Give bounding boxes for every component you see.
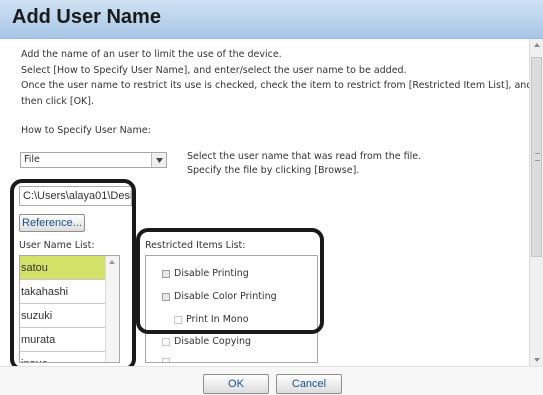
scroll-up-icon[interactable] [534,43,540,47]
specify-method-value: File [24,154,40,165]
checkbox-box[interactable] [162,292,170,301]
ok-button[interactable]: OK [203,374,269,394]
instructions: Add the name of an user to limit the use… [21,47,529,109]
grip-icon [535,153,540,161]
checkbox-label: Disable Color Printing [174,291,277,302]
add-user-name-dialog: Add User Name Add the name of an user to… [0,0,543,395]
dialog-scrollbar[interactable] [529,39,543,366]
disable-printing-checkbox[interactable]: Disable Printing [162,268,249,279]
dialog-footer: OK Cancel [0,366,543,395]
scroll-up-icon[interactable] [109,260,115,264]
checkbox-label: Print In Mono [186,314,249,325]
list-item-murata[interactable]: murata [20,328,106,352]
scrollbar-thumb[interactable] [531,57,542,257]
disable-copying-checkbox[interactable]: Disable Copying [162,336,251,347]
disable-color-printing-checkbox[interactable]: Disable Color Printing [162,291,277,302]
list-item-takahashi[interactable]: takahashi [20,280,106,304]
user-name-list[interactable]: satou takahashi suzuki murata inoue [19,255,120,363]
reference-button[interactable]: Reference... [19,214,85,232]
list-item-suzuki[interactable]: suzuki [20,304,106,328]
cancel-button[interactable]: Cancel [276,374,342,394]
list-item-satou[interactable]: satou [20,256,106,280]
user-list-scrollbar[interactable] [105,256,119,362]
checkbox-box [162,358,170,362]
scroll-down-icon[interactable] [534,358,540,362]
instruction-line: Once the user name to restrict its use i… [21,80,529,91]
help-line: Specify the file by clicking [Browse]. [187,165,360,176]
checkbox-box[interactable] [162,269,170,278]
restricted-items-list: Disable Printing Disable Color Printing … [145,255,318,363]
how-to-specify-label: How to Specify User Name: [21,125,151,136]
title-bar: Add User Name [0,0,543,39]
dialog-title: Add User Name [12,6,161,28]
chevron-down-icon[interactable] [151,153,166,167]
file-path-field[interactable]: C:\Users\alaya01\Deskto [19,186,132,206]
specify-method-select[interactable]: File [20,152,167,168]
file-help-text: Select the user name that was read from … [187,150,421,178]
partial-checkbox [162,358,174,362]
restricted-items-label: Restricted Items List: [145,240,246,251]
user-name-list-label: User Name List: [19,240,95,251]
instruction-line: Select [How to Specify User Name], and e… [21,64,407,76]
instruction-line: then click [OK]. [21,95,95,107]
checkbox-box[interactable] [174,315,182,324]
instruction-line: Add the name of an user to limit the use… [21,49,282,60]
dialog-content: Add the name of an user to limit the use… [0,39,529,366]
print-in-mono-checkbox[interactable]: Print In Mono [174,314,249,325]
checkbox-box[interactable] [162,337,170,346]
help-line: Select the user name that was read from … [187,151,422,162]
checkbox-label: Disable Copying [174,336,252,347]
checkbox-label: Disable Printing [174,268,249,279]
list-item-inoue[interactable]: inoue [20,352,106,362]
